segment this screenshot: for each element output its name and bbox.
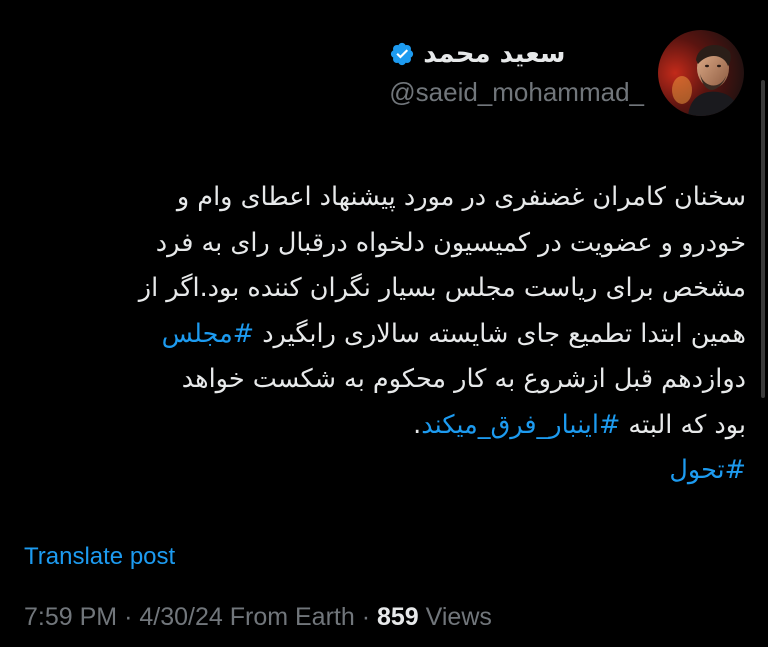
tweet-line: همین ابتدا تطمیع جای شایسته سالاری رابگی… bbox=[22, 312, 746, 358]
tweet-line: دوازدهم قبل ازشروع به کار محکوم به شکست … bbox=[22, 357, 746, 403]
tweet-line: سخنان کامران غضنفری در مورد پیشنهاد اعطا… bbox=[22, 175, 746, 221]
tweet-text-segment: سخنان کامران غضنفری در مورد پیشنهاد اعطا… bbox=[176, 182, 746, 212]
verified-badge-icon bbox=[389, 41, 415, 67]
author-names: سعید محمد @saeid_mohammad_ bbox=[389, 39, 644, 108]
profile-photo-icon bbox=[658, 30, 744, 116]
hashtag-link[interactable]: #تحول bbox=[669, 455, 746, 485]
tweet-line: بود که البته #اینبار_فرق_میکند. bbox=[22, 403, 746, 449]
tweet-text: سخنان کامران غضنفری در مورد پیشنهاد اعطا… bbox=[22, 175, 746, 494]
tweet-author: سعید محمد @saeid_mohammad_ bbox=[389, 30, 744, 116]
tweet-source: From Earth bbox=[229, 603, 355, 631]
tweet-time[interactable]: 7:59 PM bbox=[24, 603, 117, 631]
tweet-date[interactable]: 4/30/24 bbox=[139, 603, 222, 631]
hashtag-link[interactable]: #مجلس bbox=[162, 319, 254, 349]
tweet-line: #تحول bbox=[22, 448, 746, 494]
user-handle[interactable]: @saeid_mohammad_ bbox=[389, 77, 644, 108]
tweet-text-segment: دوازدهم قبل ازشروع به کار محکوم به شکست … bbox=[181, 364, 746, 394]
tweet-line: مشخص برای ریاست مجلس بسیار نگران کننده ب… bbox=[22, 266, 746, 312]
tweet-text-segment: خودرو و عضویت در کمیسیون دلخواه درقبال ر… bbox=[155, 227, 746, 258]
meta-separator: · bbox=[124, 603, 133, 631]
tweet-line: خودرو و عضویت در کمیسیون دلخواه درقبال ر… bbox=[22, 221, 746, 267]
hashtag-link[interactable]: #اینبار_فرق_میکند bbox=[421, 410, 620, 440]
display-name-row[interactable]: سعید محمد bbox=[389, 39, 565, 69]
translate-post-link[interactable]: Translate post bbox=[24, 543, 175, 571]
tweet-metadata: 7:59 PM · 4/30/24 From Earth · 859 Views bbox=[24, 603, 492, 632]
tweet-text-segment: مشخص برای ریاست مجلس بسیار نگران کننده ب… bbox=[138, 273, 746, 303]
views-count[interactable]: 859 bbox=[377, 603, 419, 631]
tweet-text-segment: همین ابتدا تطمیع جای شایسته سالاری رابگی… bbox=[254, 318, 746, 349]
display-name: سعید محمد bbox=[423, 38, 566, 69]
tweet-text-segment: بود که البته bbox=[620, 409, 746, 440]
meta-separator: · bbox=[361, 603, 371, 631]
avatar[interactable] bbox=[658, 30, 744, 116]
scrollbar[interactable] bbox=[761, 80, 765, 398]
views-label: Views bbox=[425, 603, 492, 631]
